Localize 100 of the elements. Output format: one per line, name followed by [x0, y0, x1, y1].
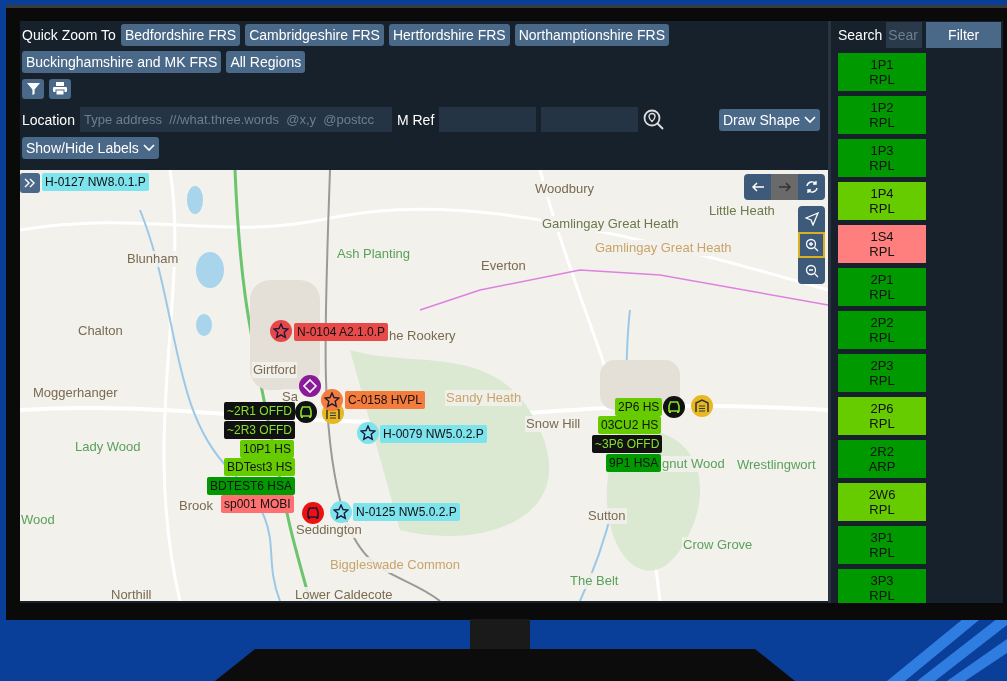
unit-label[interactable]: 2P6 HS — [615, 398, 663, 416]
zoom-in-button[interactable] — [798, 232, 825, 258]
unit-tile[interactable]: 1P2 RPL — [838, 96, 926, 134]
unit-code: 1P3 — [870, 143, 894, 158]
search-field[interactable]: Sear — [886, 22, 923, 48]
place-name: he Rookery — [388, 328, 457, 344]
place-name: Ash Planting — [336, 246, 411, 262]
unit-label[interactable]: 03CU2 HS — [598, 416, 662, 434]
unit-type: RPL — [869, 373, 895, 388]
unit-tile[interactable]: 2P2 RPL — [838, 311, 926, 349]
unit-label[interactable]: 10P1 HS — [240, 440, 295, 458]
unit-label[interactable]: H-0079 NW5.0.2.P — [380, 425, 487, 443]
expand-button[interactable] — [20, 173, 40, 193]
unit-label[interactable]: C-0158 HVPL — [345, 391, 426, 409]
caret-icon — [142, 144, 155, 153]
region-button[interactable]: Bedfordshire FRS — [120, 23, 241, 46]
place-name: Lower Caldecote — [294, 587, 394, 601]
draw-shape-dropdown[interactable]: Draw Shape — [718, 108, 820, 131]
place-name: Wrestlingwort — [736, 457, 817, 473]
place-name: Biggleswade Common — [329, 557, 462, 573]
print-button[interactable] — [49, 78, 71, 99]
refresh-button[interactable] — [798, 174, 825, 200]
double-chevron-icon — [24, 178, 36, 188]
region-button[interactable]: All Regions — [226, 50, 306, 73]
unit-code: 3P1 — [870, 530, 894, 545]
place-name: Northill — [110, 587, 153, 601]
caret-icon — [804, 115, 816, 124]
refresh-icon — [804, 180, 819, 194]
location-label: Location — [22, 111, 75, 128]
unit-tile[interactable]: 2P1 RPL — [838, 268, 926, 306]
quick-zoom-label: Quick Zoom To — [22, 26, 116, 43]
unit-code: 1S4 — [870, 229, 894, 244]
unit-type: RPL — [869, 330, 895, 345]
unit-tile[interactable]: 2P3 RPL — [838, 354, 926, 392]
unit-label[interactable]: H-0127 NW8.0.1.P — [42, 173, 149, 191]
region-button[interactable]: Northamptionshire FRS — [514, 23, 669, 46]
place-name: Moggerhanger — [32, 385, 119, 401]
unit-code: 3P3 — [870, 573, 894, 588]
location-field[interactable]: Type address ///what.three.words @x,y @postcc — [79, 107, 392, 133]
filter-button[interactable]: Filter — [926, 22, 1001, 48]
unit-code: 2P2 — [870, 315, 894, 330]
unit-label[interactable]: ~2R3 OFFD — [224, 421, 295, 439]
mref-field[interactable] — [541, 107, 639, 133]
unit-tile[interactable]: 1P4 RPL — [838, 182, 926, 220]
place-name: Gamlingay Great Heath — [594, 240, 733, 256]
place-name: Lady Wood — [74, 439, 142, 455]
locate-button[interactable] — [798, 206, 825, 232]
unit-type: RPL — [869, 416, 895, 431]
unit-tile[interactable]: 2W6 RPL — [838, 483, 926, 521]
unit-type: RPL — [869, 545, 895, 560]
mref-label: M Ref — [396, 111, 435, 128]
unit-tile[interactable]: 3P3 RPL — [838, 569, 926, 603]
unit-tile[interactable]: 3P1 RPL — [838, 526, 926, 564]
region-button[interactable]: Hertfordshire FRS — [388, 23, 510, 46]
unit-label[interactable]: ~2R1 OFFD — [224, 402, 295, 420]
unit-type: ARP — [868, 459, 896, 474]
place-name: Girtford — [252, 362, 298, 378]
arrow-right-icon — [777, 180, 792, 194]
filter-button[interactable] — [22, 78, 44, 99]
unit-label[interactable]: N-0125 NW5.0.2.P — [353, 503, 460, 521]
unit-type: RPL — [869, 588, 895, 603]
unit-type: RPL — [869, 502, 895, 517]
unit-label[interactable]: 9P1 HSA — [606, 454, 662, 472]
unit-type: RPL — [869, 287, 895, 302]
unit-code: 1P1 — [870, 57, 894, 72]
unit-code: 2W6 — [868, 487, 896, 502]
location-search-icon[interactable] — [643, 108, 666, 131]
unit-code: 2P1 — [870, 272, 894, 287]
back-button[interactable] — [744, 174, 771, 200]
unit-code: 2P6 — [870, 401, 894, 416]
unit-tile[interactable]: 2P6 RPL — [838, 397, 926, 435]
unit-label[interactable]: BDTest3 HS — [224, 458, 296, 476]
place-name: Blunham — [126, 251, 180, 267]
place-name: The Belt — [569, 573, 620, 589]
zoom-in-icon — [804, 238, 819, 252]
unit-code: 1P4 — [870, 186, 894, 201]
place-name: Snow Hill — [525, 416, 582, 432]
zoom-out-button[interactable] — [798, 258, 825, 284]
unit-label[interactable]: BDTEST6 HSA — [207, 477, 296, 495]
navigation-arrow-icon — [804, 212, 819, 226]
unit-code: 1P2 — [870, 100, 894, 115]
unit-tile[interactable]: 1P3 RPL — [838, 139, 926, 177]
place-name: Seddington — [295, 522, 363, 538]
unit-label[interactable]: sp001 MOBI — [221, 495, 294, 513]
unit-label[interactable]: N-0104 A2.1.0.P — [294, 323, 389, 341]
unit-type: RPL — [869, 72, 895, 87]
region-button[interactable]: Buckinghamshire and MK FRS — [22, 50, 222, 73]
unit-tile[interactable]: 1S4 RPL — [838, 225, 926, 263]
place-name: Woodbury — [534, 181, 595, 197]
mref-field[interactable] — [439, 107, 537, 133]
unit-tile[interactable]: 1P1 RPL — [838, 53, 926, 91]
unit-type: RPL — [869, 158, 895, 173]
unit-type: RPL — [869, 115, 895, 130]
unit-type: RPL — [869, 244, 895, 259]
region-button[interactable]: Cambridgeshire FRS — [245, 23, 384, 46]
place-name: gnut Wood — [661, 456, 726, 472]
labels-toggle-dropdown[interactable]: Show/Hide Labels — [22, 137, 159, 160]
unit-tile[interactable]: 2R2 ARP — [838, 440, 926, 478]
zoom-out-icon — [804, 264, 819, 278]
unit-label[interactable]: ~3P6 OFFD — [592, 435, 663, 453]
